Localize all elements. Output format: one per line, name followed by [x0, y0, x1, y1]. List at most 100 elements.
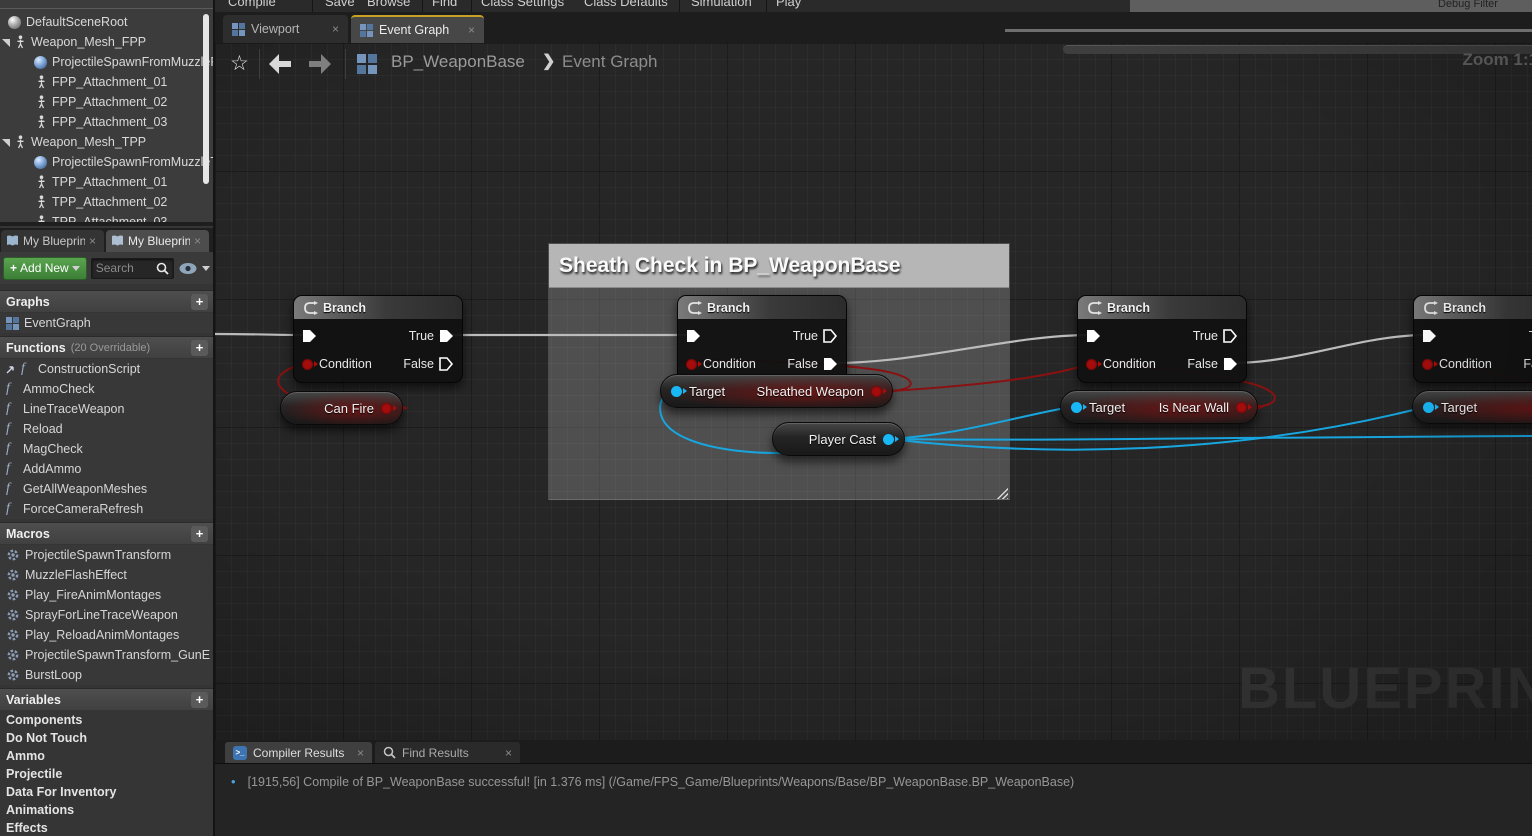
- condition-pin[interactable]: [686, 359, 697, 370]
- exec-out-false-pin[interactable]: [439, 357, 454, 371]
- can-fire-node[interactable]: Can Fire: [280, 391, 403, 425]
- section-header-variables[interactable]: Variables +: [0, 688, 213, 710]
- log-entry[interactable]: • [1915,56] Compile of BP_WeaponBase suc…: [231, 774, 1074, 789]
- is-reloading-node[interactable]: Target Is Relo: [1412, 390, 1532, 424]
- player-cast-node[interactable]: Player Cast: [772, 422, 905, 456]
- list-item-function[interactable]: fMagCheck: [0, 439, 213, 459]
- debug-filter-dropdown[interactable]: Debug Filter: [1130, 0, 1532, 12]
- list-item-macro[interactable]: ProjectileSpawnTransform: [0, 545, 213, 565]
- back-arrow-icon[interactable]: [267, 53, 293, 75]
- tab-event-graph[interactable]: Event Graph ×: [351, 15, 484, 43]
- forward-arrow-icon[interactable]: [307, 53, 333, 75]
- target-in-pin[interactable]: [671, 386, 682, 397]
- list-item-macro[interactable]: ProjectileSpawnTransform_GunE: [0, 645, 213, 665]
- find-button[interactable]: Find: [432, 0, 457, 9]
- chevron-down-icon[interactable]: [202, 266, 210, 271]
- tab-viewport[interactable]: Viewport ×: [223, 15, 348, 43]
- component-row[interactable]: DefaultSceneRoot: [8, 12, 208, 32]
- expand-arrow-icon[interactable]: [2, 39, 10, 47]
- component-row[interactable]: TPP_Attachment_01: [36, 172, 213, 192]
- section-header-macros[interactable]: Macros +: [0, 522, 213, 544]
- condition-pin[interactable]: [302, 359, 313, 370]
- variable-category[interactable]: Projectile: [0, 765, 213, 783]
- browse-button[interactable]: Browse: [367, 0, 410, 9]
- exec-in-pin[interactable]: [686, 329, 701, 343]
- list-item-function[interactable]: fLineTraceWeapon: [0, 399, 213, 419]
- bool-out-pin[interactable]: [1236, 402, 1247, 413]
- comment-resize-handle[interactable]: [996, 487, 1008, 499]
- favorite-star-icon[interactable]: ☆: [230, 51, 249, 76]
- component-row[interactable]: ProjectileSpawnFromMuzzleT: [34, 152, 213, 172]
- component-row[interactable]: FPP_Attachment_02: [36, 92, 213, 112]
- list-item-macro[interactable]: SprayForLineTraceWeapon: [0, 605, 213, 625]
- component-row[interactable]: FPP_Attachment_03: [36, 112, 213, 132]
- target-in-pin[interactable]: [1071, 402, 1082, 413]
- tab-my-blueprint-2[interactable]: My Blueprint ×: [106, 230, 209, 252]
- branch-node-2[interactable]: Branch True Condition False: [677, 295, 847, 383]
- branch-node-header[interactable]: Branch: [678, 296, 846, 320]
- expand-arrow-icon[interactable]: [2, 139, 10, 147]
- variable-category[interactable]: Effects: [0, 819, 213, 836]
- search-input[interactable]: Search: [91, 258, 174, 279]
- list-item-function[interactable]: fAmmoCheck: [0, 379, 213, 399]
- variable-category[interactable]: Do Not Touch: [0, 729, 213, 747]
- add-macro-button[interactable]: +: [191, 526, 208, 542]
- variable-category[interactable]: Components: [0, 711, 213, 729]
- component-row[interactable]: TPP_Attachment_03: [36, 212, 213, 226]
- branch-node-1[interactable]: Branch True Condition False: [293, 295, 463, 383]
- comment-header[interactable]: Sheath Check in BP_WeaponBase: [549, 244, 1009, 288]
- list-item-function[interactable]: f ConstructionScript: [0, 359, 213, 379]
- list-item-macro[interactable]: BurstLoop: [0, 665, 213, 685]
- components-scrollbar[interactable]: [203, 14, 209, 184]
- close-icon[interactable]: ×: [194, 235, 201, 247]
- close-icon[interactable]: ×: [468, 24, 475, 36]
- component-row[interactable]: Weapon_Mesh_TPP: [2, 132, 202, 152]
- exec-out-true-pin[interactable]: [823, 329, 838, 343]
- variable-category[interactable]: Animations: [0, 801, 213, 819]
- visibility-eye-icon[interactable]: [178, 262, 198, 275]
- tab-compiler-results[interactable]: >_ Compiler Results ×: [225, 742, 372, 763]
- target-in-pin[interactable]: [1423, 402, 1434, 413]
- bool-out-pin[interactable]: [871, 386, 882, 397]
- add-graph-button[interactable]: +: [191, 294, 208, 310]
- tab-my-blueprint-1[interactable]: My Blueprint ×: [1, 230, 104, 252]
- breadcrumb-root[interactable]: BP_WeaponBase: [391, 52, 525, 72]
- list-item-function[interactable]: fAddAmmo: [0, 459, 213, 479]
- section-header-graphs[interactable]: Graphs +: [0, 290, 213, 312]
- play-button[interactable]: Play: [776, 0, 801, 9]
- exec-out-false-pin[interactable]: [823, 357, 838, 371]
- compile-button[interactable]: Compile: [228, 0, 276, 9]
- exec-in-pin[interactable]: [302, 329, 317, 343]
- branch-node-header[interactable]: Branch: [294, 296, 462, 320]
- list-item-function[interactable]: fForceCameraRefresh: [0, 499, 213, 519]
- list-item-function[interactable]: fGetAllWeaponMeshes: [0, 479, 213, 499]
- branch-node-3[interactable]: Branch True Condition False: [1077, 295, 1247, 383]
- add-variable-button[interactable]: +: [191, 692, 208, 708]
- component-row[interactable]: Weapon_Mesh_FPP: [2, 32, 202, 52]
- list-item-macro[interactable]: Play_ReloadAnimMontages: [0, 625, 213, 645]
- exec-in-pin[interactable]: [1086, 329, 1101, 343]
- condition-pin[interactable]: [1422, 359, 1433, 370]
- exec-out-true-pin[interactable]: [1223, 329, 1238, 343]
- close-icon[interactable]: ×: [505, 747, 512, 759]
- condition-pin[interactable]: [1086, 359, 1097, 370]
- event-graph-canvas[interactable]: BLUEPRINT ☆ BP_WeaponBase ❯ Event Graph …: [215, 43, 1532, 740]
- branch-node-4[interactable]: Branch True Condition False: [1413, 295, 1532, 383]
- add-new-button[interactable]: + Add New: [3, 257, 87, 280]
- list-item-macro[interactable]: Play_FireAnimMontages: [0, 585, 213, 605]
- branch-node-header[interactable]: Branch: [1078, 296, 1246, 320]
- exec-in-pin[interactable]: [1422, 329, 1437, 343]
- list-item-macro[interactable]: MuzzleFlashEffect: [0, 565, 213, 585]
- list-item-function[interactable]: fReload: [0, 419, 213, 439]
- component-row[interactable]: ProjectileSpawnFromMuzzleF: [34, 52, 213, 72]
- branch-node-header[interactable]: Branch: [1414, 296, 1532, 320]
- exec-out-true-pin[interactable]: [439, 329, 454, 343]
- close-icon[interactable]: ×: [332, 23, 339, 35]
- tab-find-results[interactable]: Find Results ×: [375, 742, 520, 763]
- save-button[interactable]: Save: [325, 0, 355, 9]
- component-row[interactable]: FPP_Attachment_01: [36, 72, 213, 92]
- exec-out-false-pin[interactable]: [1223, 357, 1238, 371]
- close-icon[interactable]: ×: [89, 235, 96, 247]
- class-settings-button[interactable]: Class Settings: [481, 0, 564, 9]
- list-item-eventgraph[interactable]: EventGraph: [0, 313, 213, 333]
